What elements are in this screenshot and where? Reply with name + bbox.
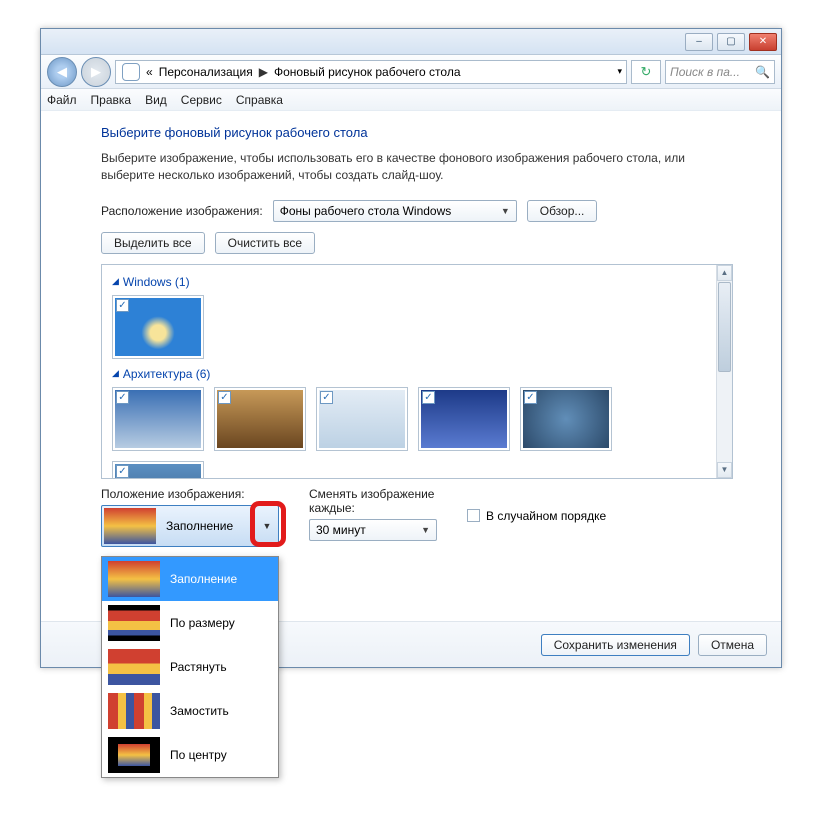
scroll-track[interactable] [717, 373, 732, 462]
location-value: Фоны рабочего стола Windows [280, 204, 452, 218]
save-button[interactable]: Сохранить изменения [541, 634, 690, 656]
maximize-button[interactable]: ▢ [717, 33, 745, 51]
content-area: Выберите фоновый рисунок рабочего стола … [41, 111, 781, 559]
option-label: Растянуть [170, 660, 227, 674]
menu-view[interactable]: Вид [145, 93, 167, 107]
selection-row: Выделить все Очистить все [101, 232, 733, 254]
shuffle-checkbox[interactable] [467, 509, 480, 522]
position-option-tile[interactable]: Замостить [102, 689, 278, 733]
menu-file[interactable]: Файл [47, 93, 77, 107]
wallpaper-thumb[interactable]: ✓ [520, 387, 612, 451]
chevron-down-icon: ▼ [258, 521, 276, 531]
position-option-fill[interactable]: Заполнение [102, 557, 278, 601]
group-architecture[interactable]: ◢ Архитектура (6) [112, 367, 706, 381]
titlebar: – ▢ ✕ [41, 29, 781, 55]
position-swatch [104, 508, 156, 544]
wallpaper-thumb[interactable]: ✓ [316, 387, 408, 451]
option-label: По центру [170, 748, 227, 762]
search-input[interactable]: Поиск в па... 🔍 [665, 60, 775, 84]
wallpaper-thumb[interactable]: ✓ [112, 387, 204, 451]
cancel-button[interactable]: Отмена [698, 634, 767, 656]
disclosure-icon: ◢ [112, 368, 119, 379]
location-combo[interactable]: Фоны рабочего стола Windows ▼ [273, 200, 517, 222]
wallpaper-list-body: ◢ Windows (1) ✓ ◢ Архитектура (6) ✓ ✓ ✓ [102, 265, 716, 478]
breadcrumb-dropdown-icon[interactable]: ▾ [617, 66, 626, 77]
search-placeholder: Поиск в па... [670, 65, 740, 79]
group-windows-label: Windows (1) [123, 275, 190, 289]
minimize-button[interactable]: – [685, 33, 713, 51]
forward-button[interactable]: ▶ [81, 57, 111, 87]
breadcrumb-level-2[interactable]: Фоновый рисунок рабочего стола [274, 65, 461, 79]
scrollbar[interactable]: ▲ ▼ [716, 265, 732, 478]
wallpaper-thumb[interactable]: ✓ [112, 295, 204, 359]
picture-position-dropdown: Заполнение По размеру Растянуть Замостит… [101, 556, 279, 778]
page-description: Выберите изображение, чтобы использовать… [101, 150, 733, 184]
wallpaper-thumb[interactable]: ✓ [418, 387, 510, 451]
shuffle-row: В случайном порядке [467, 509, 606, 523]
back-button[interactable]: ◀ [47, 57, 77, 87]
thumb-checkbox[interactable]: ✓ [116, 299, 129, 312]
interval-col: Сменять изображение каждые: 30 минут ▼ [309, 487, 437, 541]
menu-help[interactable]: Справка [236, 93, 283, 107]
chevron-down-icon: ▼ [501, 206, 510, 216]
wallpaper-thumb[interactable]: ✓ [112, 461, 204, 478]
page-heading: Выберите фоновый рисунок рабочего стола [101, 125, 733, 140]
position-option-center[interactable]: По центру [102, 733, 278, 777]
picture-position-combo[interactable]: Заполнение ▼ [101, 505, 279, 547]
thumb-checkbox[interactable]: ✓ [116, 465, 129, 478]
scroll-thumb[interactable] [718, 282, 731, 372]
browse-button[interactable]: Обзор... [527, 200, 598, 222]
scroll-down-button[interactable]: ▼ [717, 462, 732, 478]
interval-label-a: Сменять изображение [309, 487, 437, 501]
group-architecture-label: Архитектура (6) [123, 367, 211, 381]
position-option-fit[interactable]: По размеру [102, 601, 278, 645]
position-swatch [108, 561, 160, 597]
breadcrumb[interactable]: « Персонализация ▶ Фоновый рисунок рабоч… [115, 60, 627, 84]
interval-label-b: каждые: [309, 501, 437, 515]
thumb-checkbox[interactable]: ✓ [116, 391, 129, 404]
close-button[interactable]: ✕ [749, 33, 777, 51]
interval-combo[interactable]: 30 минут ▼ [309, 519, 437, 541]
menu-edit[interactable]: Правка [91, 93, 132, 107]
thumb-checkbox[interactable]: ✓ [218, 391, 231, 404]
position-swatch [108, 649, 160, 685]
breadcrumb-level-1[interactable]: Персонализация [159, 65, 253, 79]
option-label: Заполнение [170, 572, 237, 586]
location-label: Расположение изображения: [101, 204, 263, 218]
option-label: По размеру [170, 616, 235, 630]
position-swatch [108, 737, 160, 773]
position-swatch [108, 605, 160, 641]
wallpaper-thumb[interactable]: ✓ [214, 387, 306, 451]
position-option-stretch[interactable]: Растянуть [102, 645, 278, 689]
wallpaper-list: ◢ Windows (1) ✓ ◢ Архитектура (6) ✓ ✓ ✓ [101, 264, 733, 479]
nav-row: ◀ ▶ « Персонализация ▶ Фоновый рисунок р… [41, 55, 781, 89]
clear-all-button[interactable]: Очистить все [215, 232, 315, 254]
cp-icon [122, 63, 140, 81]
picture-position-label: Положение изображения: [101, 487, 279, 501]
menu-tools[interactable]: Сервис [181, 93, 222, 107]
chevron-down-icon: ▼ [421, 525, 430, 535]
option-label: Замостить [170, 704, 229, 718]
thumb-checkbox[interactable]: ✓ [524, 391, 537, 404]
shuffle-label: В случайном порядке [486, 509, 606, 523]
thumb-checkbox[interactable]: ✓ [422, 391, 435, 404]
breadcrumb-chevron: « [146, 65, 153, 79]
location-row: Расположение изображения: Фоны рабочего … [101, 200, 733, 222]
scroll-up-button[interactable]: ▲ [717, 265, 732, 281]
picture-position-col: Положение изображения: Заполнение ▼ [101, 487, 279, 547]
refresh-button[interactable]: ↻ [631, 60, 661, 84]
interval-value: 30 минут [316, 523, 366, 537]
search-icon: 🔍 [755, 65, 770, 79]
picture-position-value: Заполнение [166, 519, 248, 533]
options-row: Положение изображения: Заполнение ▼ Смен… [101, 487, 733, 547]
menubar: Файл Правка Вид Сервис Справка [41, 89, 781, 111]
select-all-button[interactable]: Выделить все [101, 232, 205, 254]
position-swatch [108, 693, 160, 729]
group-windows[interactable]: ◢ Windows (1) [112, 275, 706, 289]
disclosure-icon: ◢ [112, 276, 119, 287]
breadcrumb-arrow: ▶ [259, 65, 268, 79]
thumb-checkbox[interactable]: ✓ [320, 391, 333, 404]
